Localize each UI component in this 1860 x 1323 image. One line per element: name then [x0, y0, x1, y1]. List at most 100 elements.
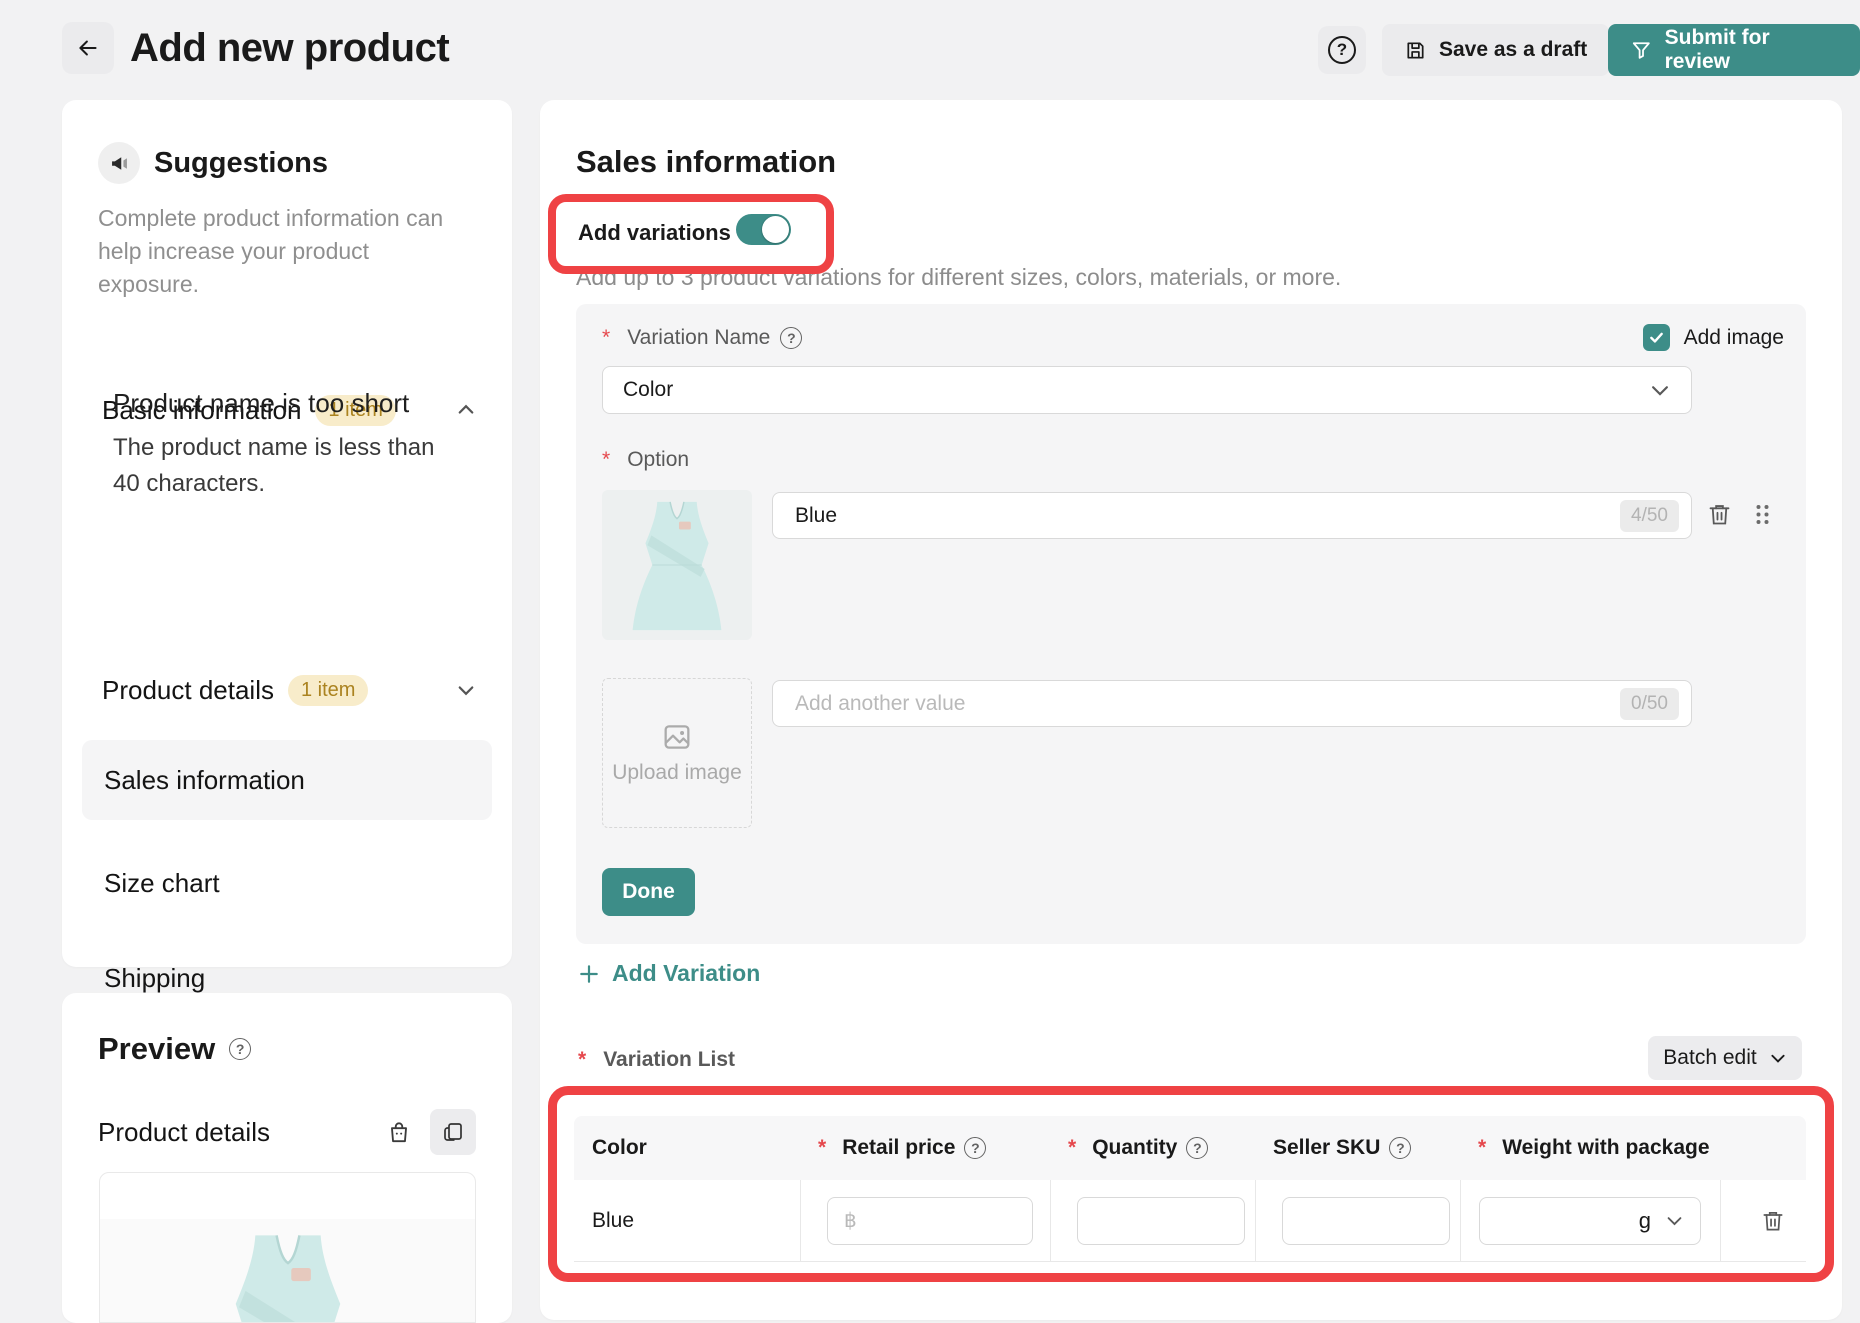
preview-title: Preview [98, 1031, 215, 1067]
retail-price-input[interactable]: ฿ [827, 1197, 1033, 1245]
add-variation-label: Add Variation [612, 960, 760, 987]
variation-editor-panel: Variation Name Add image Color Option Bl… [576, 304, 1806, 944]
column-header-retail-price: Retail price [800, 1116, 1050, 1180]
sidebar-item-label: Sales information [104, 765, 305, 796]
row-seller-sku-cell [1255, 1180, 1460, 1261]
question-circle-icon[interactable] [1186, 1137, 1208, 1159]
done-button[interactable]: Done [602, 868, 695, 916]
row-color-cell: Blue [574, 1180, 800, 1261]
question-circle-icon[interactable] [780, 327, 802, 349]
sidebar-item-label: Size chart [104, 868, 220, 899]
sales-information-panel: Sales information Add variations Add up … [540, 100, 1842, 1320]
char-count: 0/50 [1620, 688, 1679, 720]
product-image [100, 1219, 475, 1322]
add-option-value-input[interactable]: Add another value 0/50 [772, 680, 1692, 727]
variation-name-select[interactable]: Color [602, 366, 1692, 414]
char-count: 4/50 [1620, 500, 1679, 532]
batch-edit-label: Batch edit [1663, 1046, 1756, 1070]
section-product-details[interactable]: Product details 1 item [102, 670, 476, 710]
product-details-label: Product details [102, 675, 274, 706]
chevron-down-icon [1665, 1211, 1684, 1230]
required-asterisk [578, 1048, 586, 1072]
weight-input-with-unit[interactable]: g [1479, 1197, 1701, 1245]
preview-product-details-label: Product details [98, 1117, 270, 1148]
sidebar-item-size-chart[interactable]: Size chart [82, 848, 492, 918]
variation-name-value: Color [623, 378, 673, 402]
preview-image-card [99, 1172, 476, 1323]
variation-color-value: Blue [592, 1209, 634, 1233]
chevron-down-icon [1649, 379, 1671, 401]
section-title: Sales information [576, 144, 836, 180]
drag-handle-icon[interactable] [1754, 502, 1771, 527]
back-button[interactable] [62, 22, 114, 74]
question-circle-icon[interactable] [964, 1137, 986, 1159]
option-value-input[interactable]: Blue 4/50 [772, 492, 1692, 539]
suggestions-description: Complete product information can help in… [98, 202, 444, 301]
page-title: Add new product [130, 26, 449, 71]
quantity-input[interactable] [1077, 1197, 1245, 1245]
column-header-quantity: Quantity [1050, 1116, 1255, 1180]
column-header-actions [1720, 1116, 1806, 1180]
table-row: Blue ฿ g [574, 1180, 1806, 1262]
image-icon [661, 721, 693, 753]
megaphone-icon [98, 142, 140, 184]
question-circle-icon[interactable] [1389, 1137, 1411, 1159]
add-image-checkbox[interactable]: Add image [1643, 324, 1784, 351]
checkbox-checked-icon [1643, 324, 1670, 351]
row-weight-cell: g [1460, 1180, 1720, 1261]
delete-row-button[interactable] [1760, 1208, 1786, 1234]
currency-placeholder: ฿ [844, 1208, 857, 1233]
seller-sku-input[interactable] [1282, 1197, 1450, 1245]
lock-icon[interactable] [386, 1119, 412, 1145]
trash-icon [1706, 501, 1733, 528]
sidebar-item-sales-information[interactable]: Sales information [82, 740, 492, 820]
add-variations-label: Add variations [578, 220, 731, 246]
sidebar-item-label: Shipping [104, 963, 205, 994]
help-button[interactable] [1318, 26, 1366, 74]
submit-icon [1630, 39, 1653, 62]
issue-description: The product name is less than 40 charact… [113, 430, 459, 502]
row-actions-cell [1720, 1180, 1806, 1261]
table-header-row: Color Retail price Quantity Seller SKU W… [574, 1116, 1806, 1180]
submit-label: Submit for review [1665, 26, 1838, 74]
variation-name-label: Variation Name [627, 326, 770, 350]
chevron-up-icon[interactable] [456, 400, 476, 420]
upload-image-label: Upload image [612, 761, 742, 785]
toggle-knob [762, 216, 789, 243]
back-arrow-icon [75, 35, 101, 61]
trash-icon [1760, 1208, 1786, 1234]
option-image-thumbnail[interactable] [602, 490, 752, 640]
required-asterisk [1068, 1136, 1076, 1160]
required-asterisk [602, 326, 610, 350]
add-variation-link[interactable]: Add Variation [578, 960, 760, 987]
variation-table: Color Retail price Quantity Seller SKU W… [574, 1116, 1806, 1262]
suggestions-title: Suggestions [154, 147, 328, 180]
chevron-down-icon[interactable] [456, 680, 476, 700]
row-quantity-cell [1050, 1180, 1255, 1261]
save-draft-button[interactable]: Save as a draft [1382, 24, 1609, 76]
column-header-seller-sku: Seller SKU [1255, 1116, 1460, 1180]
product-details-badge: 1 item [288, 675, 368, 706]
variations-description: Add up to 3 product variations for diffe… [576, 264, 1341, 291]
column-header-color: Color [574, 1116, 800, 1180]
add-value-placeholder: Add another value [795, 692, 965, 716]
add-image-label: Add image [1684, 326, 1784, 350]
add-variations-toggle[interactable] [736, 214, 791, 245]
question-circle-icon [1328, 36, 1356, 64]
weight-unit: g [1639, 1208, 1651, 1234]
upload-image-dropzone[interactable]: Upload image [602, 678, 752, 828]
chevron-down-icon [1769, 1049, 1787, 1067]
required-asterisk [602, 448, 610, 472]
row-retail-price-cell: ฿ [800, 1180, 1050, 1261]
save-icon [1404, 39, 1427, 62]
required-asterisk [1478, 1136, 1486, 1160]
delete-option-button[interactable] [1706, 501, 1733, 528]
suggestions-panel: Suggestions Complete product information… [62, 100, 512, 967]
required-asterisk [818, 1136, 826, 1160]
batch-edit-button[interactable]: Batch edit [1648, 1036, 1802, 1080]
duplicate-preview-button[interactable] [430, 1109, 476, 1155]
submit-for-review-button[interactable]: Submit for review [1608, 24, 1860, 76]
question-circle-icon[interactable] [229, 1038, 251, 1060]
column-header-weight: Weight with package [1460, 1116, 1720, 1180]
plus-icon [578, 963, 600, 985]
